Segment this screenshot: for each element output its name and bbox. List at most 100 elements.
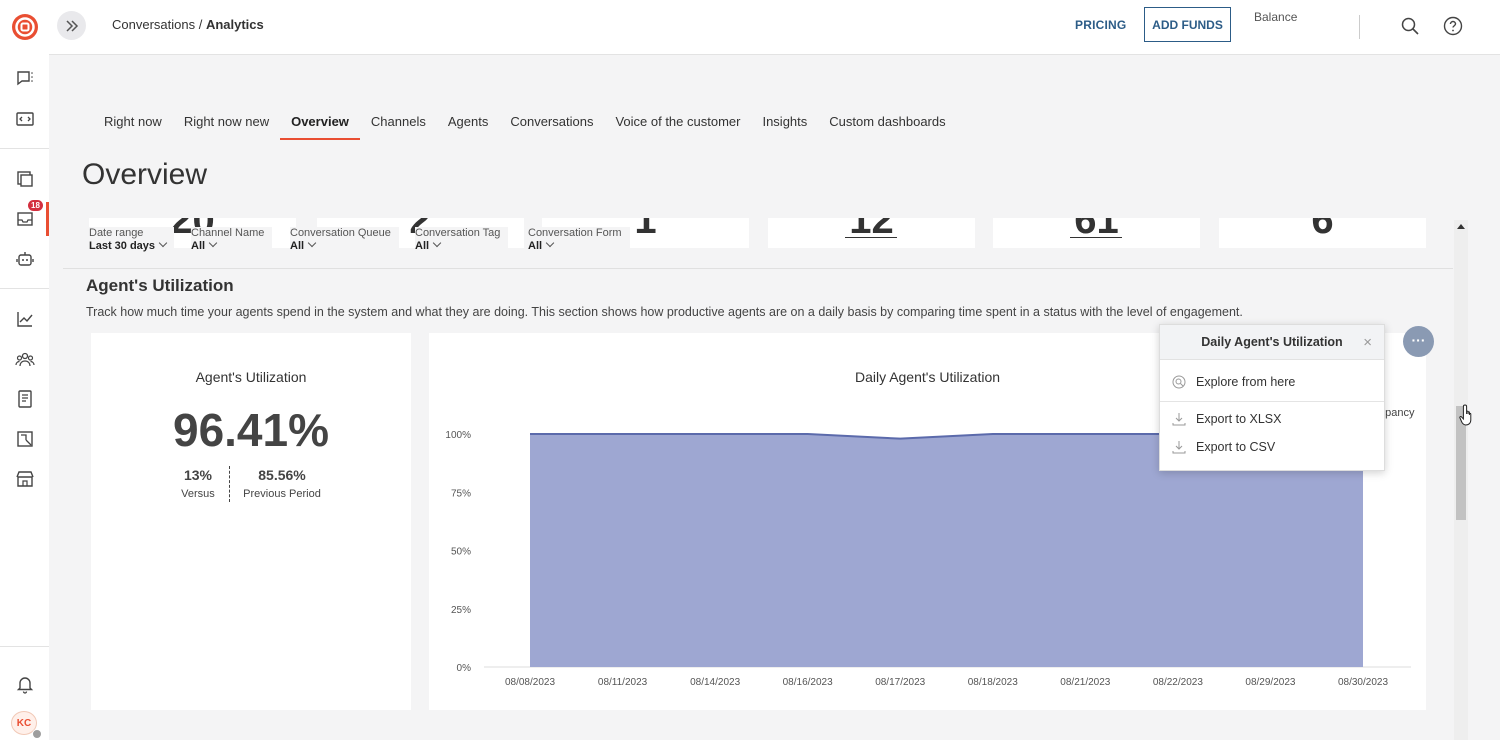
previous-period-block: 85.56% Previous Period bbox=[236, 467, 328, 500]
tab-channels[interactable]: Channels bbox=[360, 112, 437, 140]
menu-divider bbox=[1160, 401, 1384, 402]
versus-label: Versus bbox=[181, 488, 215, 500]
explore-from-here-item[interactable]: Explore from here bbox=[1172, 375, 1295, 389]
expand-sidebar-button[interactable] bbox=[57, 11, 86, 40]
filter-conversation-form[interactable]: Conversation Form All bbox=[528, 227, 630, 252]
explore-label: Explore from here bbox=[1196, 375, 1296, 389]
people-icon[interactable] bbox=[14, 348, 36, 370]
kpi-divider bbox=[229, 466, 230, 502]
help-icon[interactable] bbox=[1443, 16, 1463, 36]
pricing-link[interactable]: PRICING bbox=[1075, 18, 1126, 32]
download-icon bbox=[1172, 413, 1186, 426]
x-tick-label: 08/30/2023 bbox=[1338, 677, 1388, 688]
section-title: Agent's Utilization bbox=[86, 276, 234, 295]
scroll-up-arrow-icon[interactable] bbox=[1457, 224, 1465, 229]
analytics-icon[interactable] bbox=[14, 308, 36, 330]
x-tick-label: 08/11/2023 bbox=[598, 677, 648, 688]
tab-conversations[interactable]: Conversations bbox=[499, 112, 604, 140]
campaigns-icon[interactable] bbox=[14, 168, 36, 190]
menu-header: Daily Agent's Utilization × bbox=[1160, 325, 1384, 360]
tab-right-now-new[interactable]: Right now new bbox=[173, 112, 280, 140]
filter-conversation-queue[interactable]: Conversation Queue All bbox=[290, 227, 399, 252]
close-icon[interactable]: × bbox=[1363, 325, 1372, 360]
chat-icon[interactable] bbox=[14, 67, 36, 89]
y-tick-label: 50% bbox=[451, 547, 471, 558]
filter-value-text: All bbox=[290, 240, 305, 252]
previous-label: Previous Period bbox=[243, 488, 321, 500]
download-icon bbox=[1172, 441, 1186, 454]
chevron-down-icon bbox=[158, 238, 168, 248]
filter-value: All bbox=[415, 238, 500, 252]
filters-bar: Date range Last 30 days Channel Name All Con… bbox=[89, 227, 689, 257]
bell-icon[interactable] bbox=[14, 673, 36, 695]
tab-voice-of-the-customer[interactable]: Voice of the customer bbox=[604, 112, 751, 140]
chart-options-menu: Daily Agent's Utilization × Explore from… bbox=[1159, 324, 1385, 471]
filter-label: Date range bbox=[89, 227, 144, 239]
versus-value: 13% bbox=[183, 467, 213, 483]
filter-channel-name[interactable]: Channel Name All bbox=[191, 227, 273, 252]
filter-value: Last 30 days bbox=[89, 238, 168, 252]
flows-icon[interactable] bbox=[14, 428, 36, 450]
filter-conversation-tag[interactable]: Conversation Tag All bbox=[415, 227, 509, 252]
logo-icon[interactable] bbox=[11, 13, 39, 41]
balance-label: Balance bbox=[1254, 10, 1298, 24]
y-tick-label: 25% bbox=[451, 605, 471, 616]
versus-block: 13% Versus bbox=[167, 467, 229, 500]
scrollbar[interactable] bbox=[1454, 220, 1468, 740]
page-content: Right now Right now new Overview Channels Ag… bbox=[49, 55, 1500, 740]
tab-insights[interactable]: Insights bbox=[751, 112, 818, 140]
hand-cursor-icon bbox=[1459, 404, 1472, 426]
conversations-icon[interactable] bbox=[14, 208, 36, 230]
kpi-strip-underline bbox=[845, 237, 897, 238]
utilization-kpi-card: Agent's Utilization 96.41% 13% Versus 85… bbox=[91, 333, 411, 710]
x-tick-label: 08/16/2023 bbox=[783, 677, 833, 688]
filter-value-text: Last 30 days bbox=[89, 240, 156, 252]
x-tick-label: 08/21/2023 bbox=[1060, 677, 1110, 688]
double-chevron-right-icon bbox=[65, 19, 78, 32]
export-csv-item[interactable]: Export to CSV bbox=[1172, 440, 1275, 454]
explore-icon bbox=[1172, 375, 1186, 389]
kpi-strip-card: 6 bbox=[1219, 218, 1426, 248]
notification-badge: 18 bbox=[28, 200, 43, 211]
tab-agents[interactable]: Agents bbox=[437, 112, 499, 140]
x-tick-label: 08/29/2023 bbox=[1245, 677, 1295, 688]
breadcrumb-separator: / bbox=[195, 17, 206, 32]
export-csv-label: Export to CSV bbox=[1196, 440, 1276, 454]
export-xlsx-item[interactable]: Export to XLSX bbox=[1172, 412, 1281, 426]
store-icon[interactable] bbox=[14, 468, 36, 490]
kpi-strip-value: 61 bbox=[1074, 218, 1119, 242]
kpi-value: 96.41% bbox=[172, 404, 329, 456]
y-tick-label: 100% bbox=[445, 430, 471, 441]
breadcrumb-section[interactable]: Conversations bbox=[112, 17, 195, 32]
export-xlsx-label: Export to XLSX bbox=[1196, 412, 1282, 426]
previous-value: 85.56% bbox=[258, 467, 306, 483]
chart-more-options-button[interactable]: ··· bbox=[1403, 326, 1434, 357]
menu-title: Daily Agent's Utilization bbox=[1201, 335, 1343, 349]
filter-value-text: All bbox=[191, 240, 206, 252]
section-divider bbox=[63, 268, 1453, 269]
breadcrumb: Conversations / Analytics bbox=[112, 17, 264, 32]
add-funds-button[interactable]: ADD FUNDS bbox=[1144, 7, 1231, 42]
filter-value-text: All bbox=[415, 240, 430, 252]
y-tick-label: 0% bbox=[457, 663, 472, 674]
tab-custom-dashboards[interactable]: Custom dashboards bbox=[818, 112, 956, 140]
search-icon[interactable] bbox=[1400, 16, 1420, 36]
chevron-down-icon bbox=[307, 238, 317, 248]
filter-value: All bbox=[528, 238, 622, 252]
filter-label: Channel Name bbox=[191, 227, 265, 239]
kpi-strip-card: 61 bbox=[993, 218, 1200, 248]
bots-icon[interactable] bbox=[14, 248, 36, 270]
developer-icon[interactable] bbox=[14, 108, 36, 130]
chevron-down-icon bbox=[545, 238, 555, 248]
tab-overview[interactable]: Overview bbox=[280, 112, 360, 140]
top-bar: Conversations / Analytics PRICING ADD FU… bbox=[49, 0, 1500, 55]
sidebar: 18 KC bbox=[0, 0, 50, 740]
filter-date-range[interactable]: Date range Last 30 days bbox=[89, 227, 175, 252]
filter-label: Conversation Tag bbox=[415, 227, 501, 239]
kpi-strip-underline bbox=[1070, 237, 1122, 238]
tab-right-now[interactable]: Right now bbox=[93, 112, 173, 140]
logs-icon[interactable] bbox=[14, 388, 36, 410]
chevron-down-icon bbox=[208, 238, 218, 248]
status-dot bbox=[32, 729, 42, 739]
chevron-down-icon bbox=[432, 238, 442, 248]
